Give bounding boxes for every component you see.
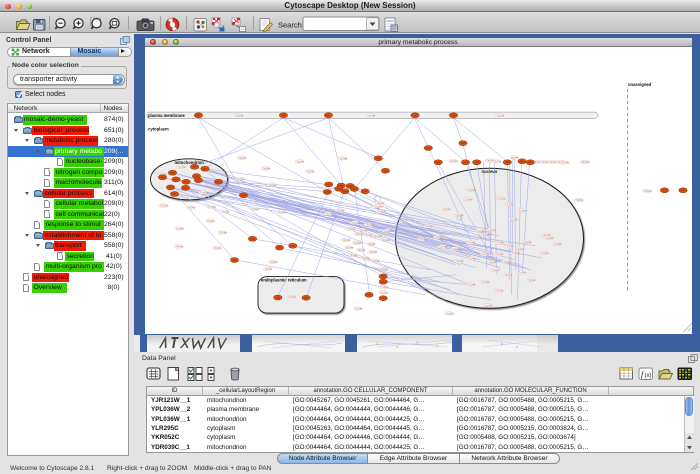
svg-text:endoplasmic reticulum: endoplasmic reticulum <box>261 278 307 283</box>
svg-text:(x): (x) <box>645 373 652 379</box>
svg-text:cytoplasm: cytoplasm <box>148 126 169 131</box>
svg-text:plasma membrane: plasma membrane <box>148 113 185 118</box>
svg-text:mitochondrion: mitochondrion <box>174 160 204 165</box>
svg-text:unassigned: unassigned <box>627 82 651 87</box>
svg-text:Search:: Search: <box>278 20 304 29</box>
